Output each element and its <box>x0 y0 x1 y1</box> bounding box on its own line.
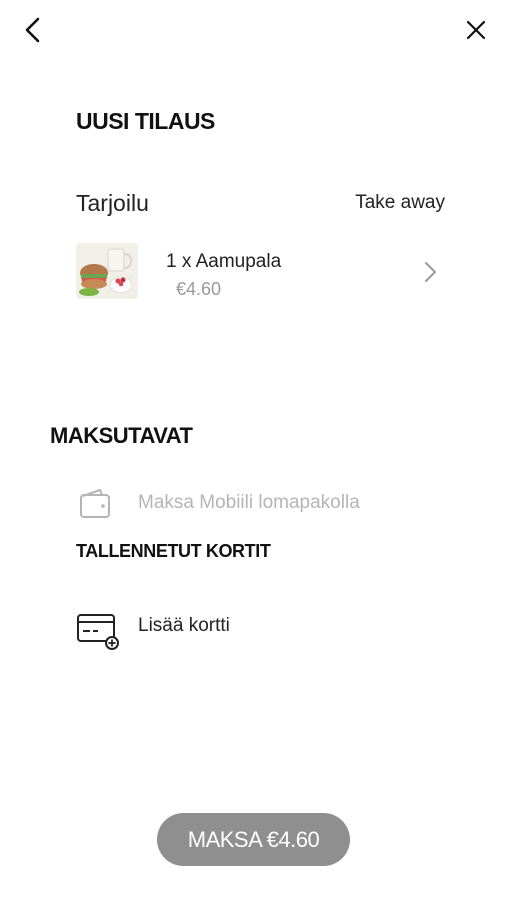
order-title: UUSI TILAUS <box>76 108 215 134</box>
chevron-left-icon <box>25 17 40 43</box>
card-add-icon <box>77 614 119 650</box>
serving-value[interactable]: Take away <box>355 192 445 214</box>
back-button[interactable] <box>18 14 48 46</box>
payment-methods-title: MAKSUTAVAT <box>50 423 193 448</box>
close-button[interactable] <box>460 14 492 46</box>
add-card-button[interactable]: Lisää kortti <box>76 608 316 650</box>
serving-label: Tarjoilu <box>76 190 149 216</box>
close-icon <box>466 20 486 40</box>
item-price: €4.60 <box>176 279 222 299</box>
add-card-label: Lisää kortti <box>138 615 230 636</box>
item-image <box>76 243 138 299</box>
item-name: 1 x Aamupala <box>166 251 282 272</box>
wallet-label: Maksa Mobiili lomapakolla <box>138 492 360 513</box>
pay-button[interactable]: MAKSA €4.60 <box>157 813 350 866</box>
wallet-payment-option[interactable]: Maksa Mobiili lomapakolla <box>76 484 416 524</box>
wallet-icon <box>80 489 110 518</box>
order-item[interactable]: 1 x Aamupala €4.60 <box>76 240 448 302</box>
saved-cards-title: TALLENNETUT KORTIT <box>76 541 271 561</box>
chevron-right-icon <box>425 262 436 282</box>
